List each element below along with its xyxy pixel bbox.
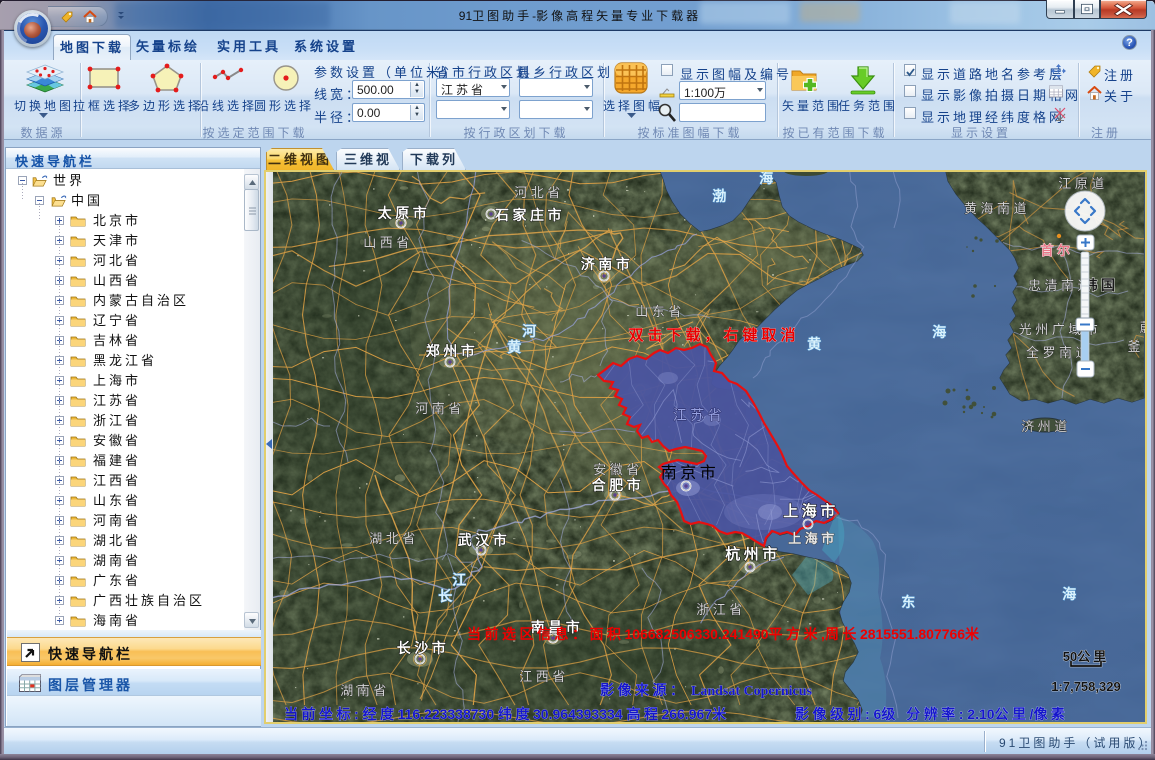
svg-text:50公里: 50公里 <box>1063 649 1109 664</box>
svg-text:影像来源： Landsat Copernicus: 影像来源： Landsat Copernicus <box>600 682 813 699</box>
svg-text:济南市: 济南市 <box>581 256 634 272</box>
svg-text:黄: 黄 <box>807 336 825 352</box>
svg-text:石家庄市: 石家庄市 <box>494 207 565 223</box>
svg-text:山东省: 山东省 <box>635 304 685 319</box>
svg-text:浙江省: 浙江省 <box>696 602 746 617</box>
svg-text:杭州市: 杭州市 <box>725 545 781 563</box>
svg-text:济州道: 济州道 <box>1021 419 1071 434</box>
svg-text:河北省: 河北省 <box>514 185 564 200</box>
svg-text:当前坐标: 经度116.223338730 纬度30.964: 当前坐标: 经度116.223338730 纬度30.964393334 高程2… <box>284 706 730 722</box>
svg-text:河: 河 <box>522 323 540 339</box>
svg-text:南京市: 南京市 <box>661 464 720 482</box>
svg-text:郑州市: 郑州市 <box>426 343 479 359</box>
svg-text:上海市: 上海市 <box>783 502 839 520</box>
svg-text:上海市: 上海市 <box>788 531 838 546</box>
svg-text:武汉市: 武汉市 <box>458 532 511 548</box>
svg-text:长: 长 <box>438 588 456 604</box>
svg-text:釜山: 釜山 <box>1127 339 1145 354</box>
svg-text:江苏省: 江苏省 <box>673 407 726 423</box>
svg-text:山西省: 山西省 <box>363 235 413 250</box>
svg-text:太原市: 太原市 <box>378 205 431 221</box>
svg-text:海: 海 <box>759 172 777 186</box>
svg-text:合肥市: 合肥市 <box>592 477 645 493</box>
svg-text:江原道: 江原道 <box>1058 176 1108 191</box>
svg-text:1:7,758,329: 1:7,758,329 <box>1051 679 1120 694</box>
svg-text:黄海南道: 黄海南道 <box>964 201 1030 216</box>
svg-text:湖南省: 湖南省 <box>340 683 390 698</box>
svg-text:双击下载，右键取消: 双击下载，右键取消 <box>628 326 799 344</box>
svg-text:当前选区信息：面积106682506330.241490平方: 当前选区信息：面积106682506330.241490平方米,周长281555… <box>467 626 983 642</box>
svg-text:江西省: 江西省 <box>519 669 569 684</box>
svg-text:海: 海 <box>932 324 950 340</box>
svg-text:影像级别: 6级 分辨率: 2.10公里/像素: 影像级别: 6级 分辨率: 2.10公里/像素 <box>795 706 1068 722</box>
svg-text:东: 东 <box>901 594 919 610</box>
svg-text:首尔: 首尔 <box>1040 243 1073 258</box>
svg-text:江: 江 <box>452 572 470 588</box>
svg-text:海: 海 <box>1062 586 1080 602</box>
svg-text:河南省: 河南省 <box>415 401 465 416</box>
svg-text:湖北省: 湖北省 <box>369 531 419 546</box>
svg-text:长沙市: 长沙市 <box>397 640 450 656</box>
svg-text:渤: 渤 <box>712 188 730 204</box>
svg-text:黄: 黄 <box>507 339 525 355</box>
svg-text:安徽省: 安徽省 <box>593 462 643 477</box>
svg-text:蔚: 蔚 <box>1140 320 1145 335</box>
